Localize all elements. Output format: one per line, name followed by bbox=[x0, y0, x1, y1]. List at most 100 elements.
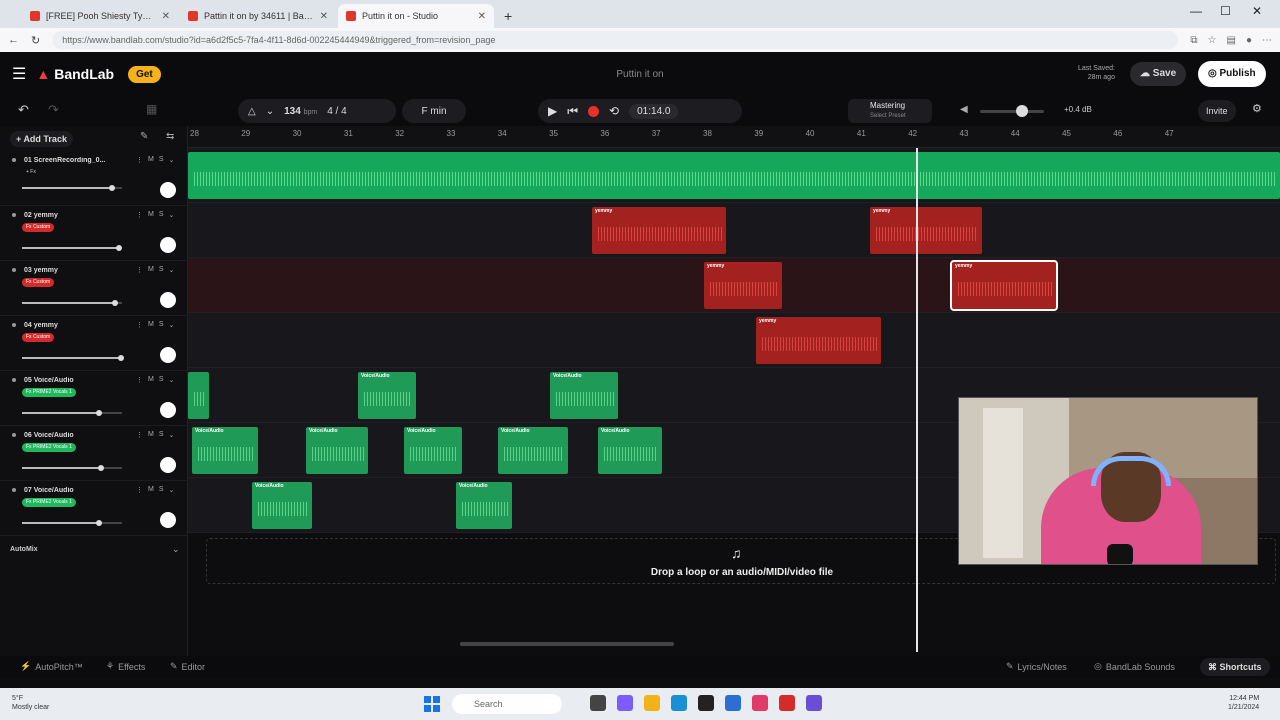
track-name[interactable]: 04 yemmy bbox=[24, 322, 114, 329]
record-arm-icon[interactable] bbox=[12, 213, 16, 217]
browser-tab[interactable]: Pattin it on by 34611 | BandLab ✕ bbox=[180, 4, 336, 28]
chevron-down-icon[interactable]: ⌄ bbox=[169, 211, 175, 219]
solo-button[interactable]: S bbox=[159, 156, 164, 164]
add-track-button[interactable]: + Add Track bbox=[10, 131, 73, 147]
invite-button[interactable]: Invite bbox=[1198, 100, 1236, 122]
menu-icon[interactable]: ⋯ bbox=[1262, 35, 1272, 46]
settings-icon[interactable]: ⇆ bbox=[166, 131, 174, 142]
automix-label[interactable]: AutoMix bbox=[10, 546, 38, 553]
collections-icon[interactable]: ▤ bbox=[1227, 35, 1236, 46]
track-menu-icon[interactable]: ⋮ bbox=[136, 211, 143, 219]
hamburger-menu-icon[interactable]: ☰ bbox=[12, 64, 26, 84]
mute-button[interactable]: M bbox=[148, 156, 154, 164]
track-lane[interactable] bbox=[188, 313, 1280, 368]
track-fx-tag[interactable]: Fx Custom bbox=[22, 278, 55, 287]
track-header[interactable]: 03 yemmy Fx Custom ⋮ M S ⌄ bbox=[0, 262, 188, 316]
skip-back-icon[interactable]: ⏮ bbox=[567, 104, 578, 119]
solo-button[interactable]: S bbox=[159, 211, 164, 219]
save-button[interactable]: ☁ Save bbox=[1130, 62, 1187, 86]
mute-button[interactable]: M bbox=[148, 266, 154, 274]
tempo-box[interactable]: △ ⌄ 134 bpm 4 / 4 bbox=[238, 99, 396, 123]
track-header[interactable]: 07 Voice/Audio Fx PRIME2 Vocals 1 ⋮ M S ⌄ bbox=[0, 482, 188, 536]
record-arm-icon[interactable] bbox=[12, 488, 16, 492]
audio-clip[interactable]: Voice/Audio bbox=[550, 372, 618, 419]
audio-clip[interactable]: Voice/Audio bbox=[358, 372, 416, 419]
track-menu-icon[interactable]: ⋮ bbox=[136, 431, 143, 439]
mastering-button[interactable]: Mastering Select Preset bbox=[848, 99, 932, 123]
audio-clip[interactable]: Voice/Audio bbox=[456, 482, 512, 529]
track-fx-tag[interactable]: Fx PRIME2 Vocals 1 bbox=[22, 443, 76, 452]
taskbar-clock[interactable]: 12:44 PM 1/21/2024 bbox=[1228, 694, 1259, 712]
audio-clip[interactable]: Voice/Audio bbox=[192, 427, 258, 474]
music-app-icon[interactable] bbox=[752, 695, 768, 711]
solo-button[interactable]: S bbox=[159, 486, 164, 494]
track-volume-slider[interactable] bbox=[22, 410, 122, 416]
track-menu-icon[interactable]: ⋮ bbox=[136, 486, 143, 494]
audio-clip[interactable]: Voice/Audio bbox=[404, 427, 462, 474]
project-title[interactable]: Puttin it on bbox=[560, 69, 720, 80]
audio-clip[interactable]: Voice/Audio bbox=[306, 427, 368, 474]
record-arm-icon[interactable] bbox=[12, 433, 16, 437]
effects-button[interactable]: ⚘ Effects bbox=[106, 661, 145, 672]
pan-knob[interactable] bbox=[160, 402, 176, 418]
audio-clip[interactable]: yemmy bbox=[756, 317, 881, 364]
track-volume-slider[interactable] bbox=[22, 520, 122, 526]
master-volume-slider[interactable] bbox=[980, 105, 1044, 117]
pan-knob[interactable] bbox=[160, 457, 176, 473]
track-fx-tag[interactable]: + Fx bbox=[22, 168, 40, 177]
track-name[interactable]: 03 yemmy bbox=[24, 267, 114, 274]
extensions-icon[interactable]: ⧉ bbox=[1190, 35, 1197, 46]
windows-start-icon[interactable] bbox=[424, 696, 440, 712]
tool-icon[interactable]: ✎ bbox=[140, 131, 148, 142]
autopitch-button[interactable]: ⚡ AutoPitch™ bbox=[20, 661, 83, 672]
track-volume-slider[interactable] bbox=[22, 355, 124, 361]
task-view-icon[interactable] bbox=[590, 695, 606, 711]
chevron-down-icon[interactable]: ⌄ bbox=[169, 321, 175, 329]
record-icon[interactable] bbox=[588, 105, 600, 117]
metronome-icon[interactable]: △ bbox=[248, 106, 256, 117]
volume-knob[interactable] bbox=[96, 520, 102, 526]
track-header[interactable]: 05 Voice/Audio Fx PRIME2 Vocals 1 ⋮ M S ⌄ bbox=[0, 372, 188, 426]
maximize-icon[interactable]: ☐ bbox=[1220, 4, 1231, 18]
solo-button[interactable]: S bbox=[159, 431, 164, 439]
key-box[interactable]: F min bbox=[402, 99, 466, 123]
pan-knob[interactable] bbox=[160, 512, 176, 528]
audio-clip[interactable]: Voice/Audio bbox=[498, 427, 568, 474]
record-arm-icon[interactable] bbox=[12, 158, 16, 162]
volume-knob[interactable] bbox=[112, 300, 118, 306]
terminal-icon[interactable] bbox=[698, 695, 714, 711]
audio-clip[interactable]: yemmy bbox=[704, 262, 782, 309]
record-arm-icon[interactable] bbox=[12, 268, 16, 272]
volume-knob[interactable] bbox=[116, 245, 122, 251]
track-name[interactable]: 05 Voice/Audio bbox=[24, 377, 114, 384]
pan-knob[interactable] bbox=[160, 182, 176, 198]
new-tab-button[interactable]: + bbox=[496, 8, 520, 28]
track-fx-tag[interactable]: Fx PRIME2 Vocals 1 bbox=[22, 388, 76, 397]
volume-knob[interactable] bbox=[1016, 105, 1028, 117]
solo-button[interactable]: S bbox=[159, 266, 164, 274]
track-name[interactable]: 06 Voice/Audio bbox=[24, 432, 114, 439]
track-menu-icon[interactable]: ⋮ bbox=[136, 321, 143, 329]
bandlab-logo[interactable]: ▲ BandLab bbox=[36, 66, 114, 82]
profile-icon[interactable]: ● bbox=[1246, 35, 1252, 46]
chevron-down-icon[interactable]: ⌄ bbox=[169, 156, 175, 164]
pan-knob[interactable] bbox=[160, 292, 176, 308]
volume-knob[interactable] bbox=[96, 410, 102, 416]
mute-button[interactable]: M bbox=[148, 321, 154, 329]
lyrics-button[interactable]: ✎ Lyrics/Notes bbox=[1006, 661, 1067, 672]
loop-icon[interactable]: ⟲ bbox=[609, 104, 619, 118]
app-icon[interactable] bbox=[779, 695, 795, 711]
track-menu-icon[interactable]: ⋮ bbox=[136, 266, 143, 274]
taskbar-search[interactable]: Search bbox=[452, 694, 562, 714]
pan-knob[interactable] bbox=[160, 347, 176, 363]
back-icon[interactable]: ← bbox=[8, 34, 19, 46]
copilot-icon[interactable] bbox=[617, 695, 633, 711]
audio-clip[interactable]: yemmy bbox=[950, 260, 1058, 311]
mute-button[interactable]: M bbox=[148, 486, 154, 494]
track-name[interactable]: 01 ScreenRecording_0... bbox=[24, 157, 114, 164]
chevron-down-icon[interactable]: ⌄ bbox=[169, 266, 175, 274]
close-icon[interactable]: ✕ bbox=[320, 11, 328, 22]
solo-button[interactable]: S bbox=[159, 321, 164, 329]
audio-clip[interactable]: yemmy bbox=[870, 207, 982, 254]
timeline-ruler[interactable]: 28 29 30 31 32 33 34 35 36 37 38 39 40 41 42 43 44 45 46 47 bbox=[188, 126, 1280, 148]
